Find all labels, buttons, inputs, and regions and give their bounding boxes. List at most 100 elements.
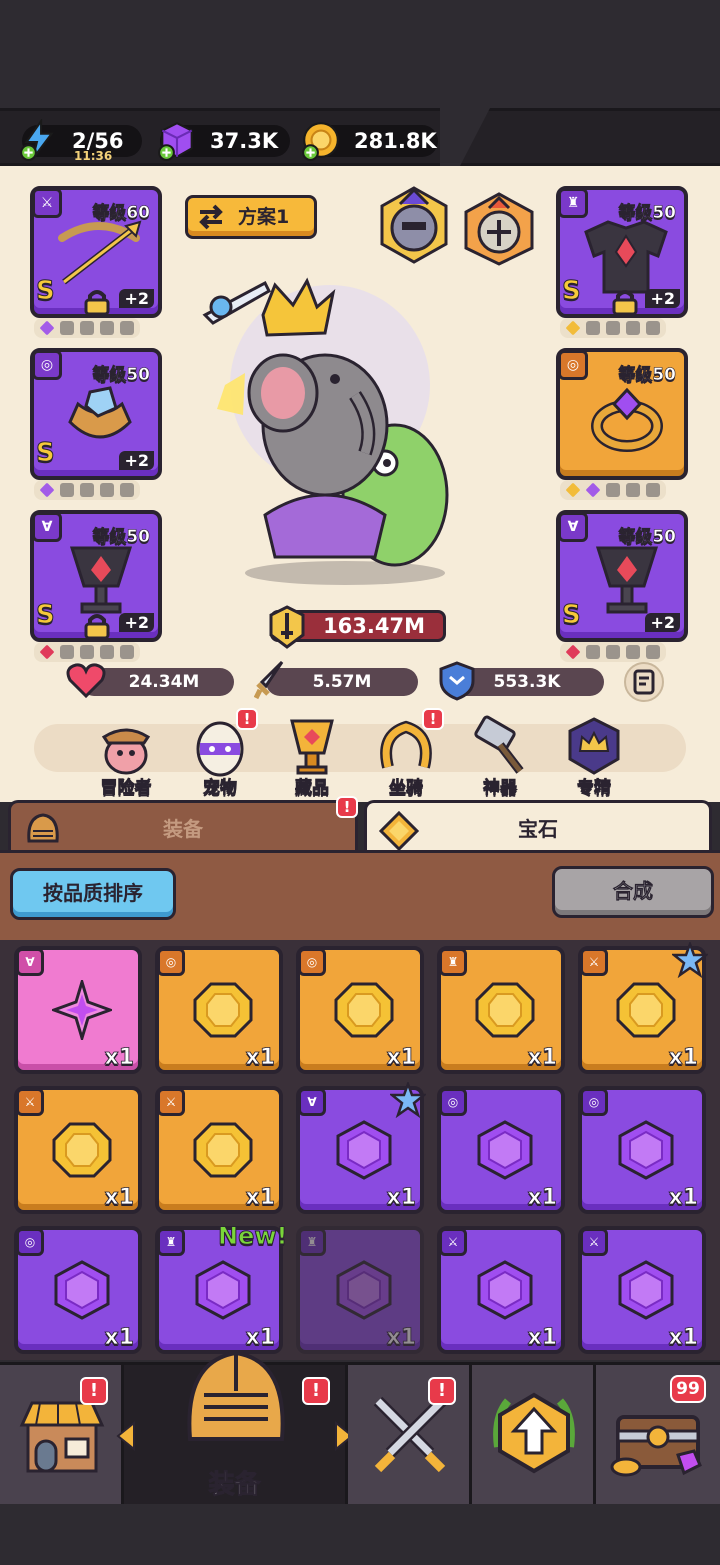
nav-equipment-label: 装备	[208, 1470, 261, 1501]
gold-gem-icon	[475, 982, 535, 1038]
menu-adventurer[interactable]: 冒险者	[86, 715, 166, 798]
helmet-nav-icon	[187, 1350, 285, 1441]
socket-row	[34, 642, 140, 662]
tab-equipment-label: 装备	[163, 817, 203, 841]
slot-amulet[interactable]: ∀ 等级50 S +2	[30, 510, 162, 642]
lock-icon	[84, 614, 110, 640]
purple-gem-icon	[477, 1120, 533, 1180]
collection-icon	[290, 719, 334, 775]
new-item-label: New!	[217, 1222, 288, 1251]
slot-weapon[interactable]: ⚔ 等级60 S +2	[30, 186, 162, 318]
sort-by-quality-button[interactable]: 按品质排序	[10, 868, 176, 920]
menu-artifact[interactable]: 神器	[460, 715, 540, 798]
tab-gems-label: 宝石	[518, 817, 558, 841]
swap-icon	[199, 204, 223, 230]
gem-quantity: x1	[668, 1185, 698, 1211]
gem-cell[interactable]: ∀ x1	[14, 946, 142, 1074]
gem-slot-type-icon: ♜	[157, 1228, 185, 1256]
gem-cell[interactable]: ⚔ x1	[14, 1086, 142, 1214]
menu-mastery[interactable]: 专精	[554, 715, 634, 798]
coin-counter[interactable]: 281.8K	[302, 122, 438, 161]
gem-cell[interactable]: ⚔ x1	[578, 1226, 706, 1354]
gem-cell[interactable]: ◎ x1	[578, 1086, 706, 1214]
gem-quantity: x1	[386, 1325, 416, 1351]
gem-quantity: x1	[104, 1045, 134, 1071]
tab-equipment[interactable]: 装备	[8, 800, 358, 852]
slot-armor[interactable]: ♜ 等级50 S +2	[556, 186, 688, 318]
gem-cell[interactable]: ◎ x1	[437, 1086, 565, 1214]
gem-diamond-icon	[379, 811, 419, 851]
gem-cell[interactable]: ∀ x1	[296, 1082, 426, 1214]
gem-quantity: x1	[386, 1045, 416, 1071]
gem-slot-type-icon: ⚔	[157, 1088, 185, 1116]
purple-gem-icon	[618, 1260, 674, 1320]
hero-knight-portrait[interactable]	[378, 184, 450, 266]
gem-cell[interactable]: ⚔ x1	[437, 1226, 565, 1354]
slot-grade: S	[562, 600, 582, 631]
slot-enhance: +2	[645, 289, 680, 308]
gem-value: 37.3K	[210, 129, 279, 153]
gem-counter[interactable]: 37.3K	[158, 122, 290, 161]
gem-cell[interactable]: ◎ x1	[296, 946, 424, 1074]
crossbow-icon	[58, 220, 142, 285]
slot-bracelet[interactable]: ◎ 等级50 S +2	[30, 348, 162, 480]
character-illustration	[202, 277, 449, 585]
power-sword-icon	[269, 605, 305, 649]
bottom-navigation: ! ! 装备 ! 99	[0, 1350, 720, 1507]
gem-cell[interactable]: ◎ x1	[155, 946, 283, 1074]
slot-grade: S	[36, 438, 56, 469]
gem-slot-type-icon: ⚔	[439, 1228, 467, 1256]
gem-slot-type-icon: ◎	[157, 948, 185, 976]
merge-button[interactable]: 合成	[552, 866, 714, 918]
coin-icon	[302, 122, 339, 161]
mastery-icon	[568, 717, 620, 775]
nav-equipment[interactable]: ! 装备	[116, 1350, 354, 1507]
menu-collection[interactable]: 藏品	[272, 715, 352, 798]
defense-value: 553.3K	[493, 672, 561, 692]
gem-cell[interactable]: ⚔ x1	[155, 1086, 283, 1214]
preset-label: 方案1	[238, 206, 290, 228]
nav-battle[interactable]: !	[348, 1365, 472, 1507]
slot-amulet-right[interactable]: ∀ 等级50 S +2	[556, 510, 688, 642]
stats-detail-button[interactable]	[624, 662, 664, 702]
pet-alert-badge: !	[236, 708, 258, 730]
slot-ring[interactable]: ◎ 等级50	[556, 348, 688, 480]
purple-gem-icon	[477, 1260, 533, 1320]
sort-label: 按品质排序	[43, 881, 143, 905]
gem-cell[interactable]: ♜ x1	[437, 946, 565, 1074]
ring-icon: ◎	[558, 350, 588, 380]
gem-slot-type-icon: ⚔	[16, 1088, 44, 1116]
gem-cell[interactable]: ◎ x1	[14, 1226, 142, 1354]
lock-icon	[612, 290, 638, 316]
mount-alert-badge: !	[422, 708, 444, 730]
preset-button[interactable]: 方案1	[185, 195, 317, 239]
gem-slot-type-icon: ◎	[298, 948, 326, 976]
gem-slot-type-icon: ♜	[298, 1228, 326, 1256]
hero-paladin-portrait[interactable]	[462, 190, 536, 268]
gem-quantity: x1	[386, 1185, 416, 1211]
nav-upgrade[interactable]	[472, 1365, 596, 1507]
gem-cell[interactable]: ⚔ x1	[578, 942, 708, 1074]
chevron-left-icon	[116, 1421, 135, 1451]
slot-enhance: +2	[119, 613, 154, 632]
slot-grade: S	[36, 276, 56, 307]
gem-quantity: x1	[527, 1325, 557, 1351]
gem-cell[interactable]: ♜ x1	[296, 1226, 424, 1354]
stat-hp: 24.34M	[66, 663, 234, 699]
shop-badge: !	[80, 1377, 108, 1405]
gold-gem-icon	[52, 1122, 112, 1178]
nav-shop[interactable]: !	[0, 1365, 124, 1507]
attack-value: 5.57M	[312, 672, 372, 692]
socket-row	[560, 480, 666, 500]
shield-icon	[439, 661, 475, 701]
gold-gem-icon	[193, 1122, 253, 1178]
combat-power: 163.47M	[269, 605, 446, 649]
purple-gem-icon	[54, 1260, 110, 1320]
tab-gems[interactable]: 宝石	[364, 800, 712, 852]
sword-icon: ⚔	[32, 188, 62, 218]
lightning-icon	[20, 119, 54, 161]
gold-gem-icon	[334, 982, 394, 1038]
nav-chest[interactable]: 99	[596, 1365, 720, 1507]
energy-timer: 11:36	[74, 149, 113, 163]
slot-enhance: +2	[645, 613, 680, 632]
